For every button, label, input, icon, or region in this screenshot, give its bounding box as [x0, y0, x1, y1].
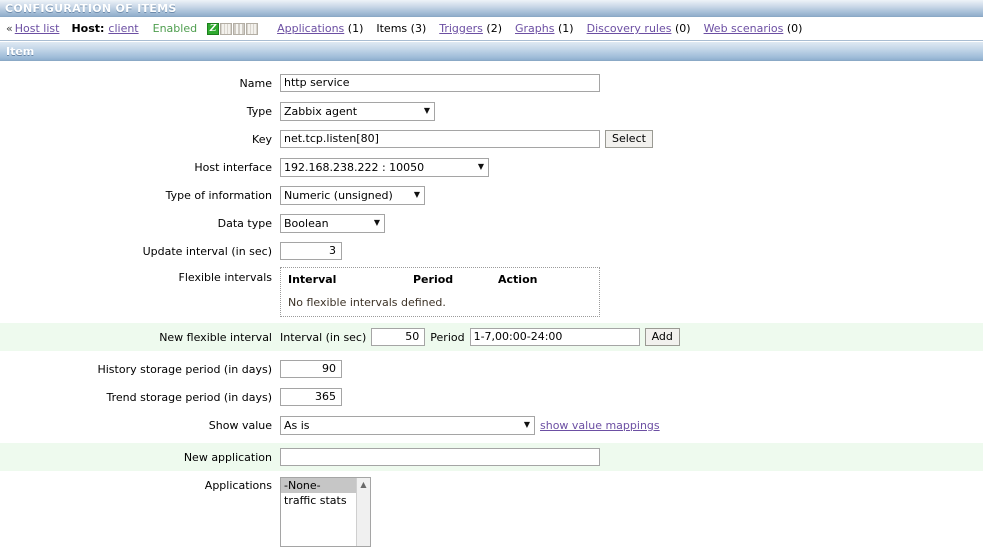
flexible-intervals-header-row: Interval Period Action: [288, 273, 592, 286]
new-flexible-interval-label: New flexible interval: [159, 330, 272, 344]
chevron-down-icon: ▼: [477, 162, 484, 171]
key-input[interactable]: [280, 130, 600, 148]
field-row-trend-storage: Trend storage period (in days): [0, 383, 983, 411]
nav-items: Items (3): [376, 22, 426, 35]
chevron-down-icon: ▼: [413, 190, 420, 199]
applications-scrollbar[interactable]: ▲: [356, 478, 370, 546]
nav-applications-link[interactable]: Applications: [277, 22, 344, 35]
field-row-applications: Applications -None- traffic stats ▲: [0, 475, 983, 549]
new-period-sublabel: Period: [430, 330, 465, 344]
key-select-button[interactable]: Select: [605, 130, 653, 148]
field-row-type: Type Zabbix agent ▼: [0, 97, 983, 125]
name-label: Name: [239, 76, 272, 90]
type-of-information-select[interactable]: Numeric (unsigned) ▼: [280, 185, 425, 205]
snmp-icon: [220, 22, 233, 35]
update-interval-label: Update interval (in sec): [142, 244, 272, 258]
new-interval-input[interactable]: [371, 328, 426, 346]
type-select-value: Zabbix agent: [284, 104, 358, 118]
trend-storage-label: Trend storage period (in days): [106, 390, 273, 404]
name-input[interactable]: [280, 74, 600, 92]
item-form: Name Type Zabbix agent ▼ Key Select Host…: [0, 61, 983, 549]
data-type-select[interactable]: Boolean ▼: [280, 213, 385, 233]
col-header-interval: Interval: [288, 273, 337, 286]
trend-storage-input[interactable]: [280, 388, 342, 406]
nav-triggers[interactable]: Triggers (2): [439, 22, 502, 35]
nav-items-label: Items: [376, 22, 408, 35]
nav-graphs[interactable]: Graphs (1): [515, 22, 574, 35]
nav-applications[interactable]: Applications (1): [277, 22, 363, 35]
flexible-intervals-label: Flexible intervals: [178, 271, 273, 284]
type-select[interactable]: Zabbix agent ▼: [280, 101, 435, 121]
host-interface-label: Host interface: [194, 160, 272, 174]
nav-web-scenarios-link[interactable]: Web scenarios: [704, 22, 784, 35]
col-header-action: Action: [498, 273, 538, 286]
history-storage-label: History storage period (in days): [97, 362, 272, 376]
chevron-up-icon[interactable]: ▲: [360, 481, 366, 489]
section-title: Item: [6, 44, 35, 58]
field-row-name: Name: [0, 69, 983, 97]
nav-discovery-rules-count: (0): [674, 22, 691, 35]
field-row-update-interval: Update interval (in sec): [0, 237, 983, 265]
show-value-mappings-link[interactable]: show value mappings: [540, 419, 660, 432]
applications-listbox[interactable]: -None- traffic stats ▲: [280, 477, 371, 547]
field-row-history-storage: History storage period (in days): [0, 355, 983, 383]
field-row-key: Key Select: [0, 125, 983, 153]
status-badge[interactable]: Enabled: [153, 22, 197, 35]
flexible-intervals-table: Interval Period Action No flexible inter…: [280, 267, 600, 317]
show-value-select-value: As is: [284, 418, 310, 432]
applications-label: Applications: [204, 479, 272, 492]
field-row-flexible-intervals: Flexible intervals Interval Period Actio…: [0, 265, 983, 319]
data-type-select-value: Boolean: [284, 216, 329, 230]
new-application-input[interactable]: [280, 448, 600, 466]
host-name-link[interactable]: client: [108, 22, 138, 35]
nav-graphs-link[interactable]: Graphs: [515, 22, 554, 35]
breadcrumb: « Host list Host: client Enabled Z Appli…: [0, 17, 983, 41]
data-type-label: Data type: [217, 216, 272, 230]
field-row-show-value: Show value As is ▼ show value mappings: [0, 411, 983, 439]
host-interface-select-value: 192.168.238.222 : 10050: [284, 160, 425, 174]
ipmi-icon: [246, 22, 259, 35]
new-interval-sublabel: Interval (in sec): [280, 330, 367, 344]
field-row-type-of-information: Type of information Numeric (unsigned) ▼: [0, 181, 983, 209]
field-row-data-type: Data type Boolean ▼: [0, 209, 983, 237]
type-label: Type: [246, 104, 272, 118]
chevron-down-icon: ▼: [373, 218, 380, 227]
host-interface-select[interactable]: 192.168.238.222 : 10050 ▼: [280, 157, 489, 177]
nav-discovery-rules-link[interactable]: Discovery rules: [587, 22, 672, 35]
nav-graphs-count: (1): [558, 22, 574, 35]
show-value-label: Show value: [208, 418, 272, 432]
page-title: CONFIGURATION OF ITEMS: [5, 1, 177, 15]
back-chevron-icon[interactable]: «: [6, 22, 13, 35]
nav-web-scenarios-count: (0): [786, 22, 803, 35]
item-section-header: Item: [0, 41, 983, 61]
key-label: Key: [252, 132, 272, 146]
nav-triggers-count: (2): [486, 22, 503, 35]
field-row-new-application: New application: [0, 443, 983, 471]
nav-discovery-rules[interactable]: Discovery rules (0): [587, 22, 691, 35]
chevron-down-icon: ▼: [423, 106, 430, 115]
host-list-link[interactable]: Host list: [15, 22, 60, 35]
col-header-period: Period: [413, 273, 454, 286]
host-label: Host:: [71, 22, 105, 35]
add-flexible-interval-button[interactable]: Add: [644, 328, 680, 346]
show-value-select[interactable]: As is ▼: [280, 415, 535, 435]
history-storage-input[interactable]: [280, 360, 342, 378]
chevron-down-icon: ▼: [523, 420, 530, 429]
update-interval-input[interactable]: [280, 242, 342, 260]
type-of-information-label: Type of information: [165, 188, 272, 202]
field-row-new-flexible-interval: New flexible interval Interval (in sec) …: [0, 323, 983, 351]
nav-web-scenarios[interactable]: Web scenarios (0): [704, 22, 803, 35]
field-row-host-interface: Host interface 192.168.238.222 : 10050 ▼: [0, 153, 983, 181]
host-availability-icons: Z: [207, 22, 259, 35]
page-title-bar: CONFIGURATION OF ITEMS: [0, 0, 983, 17]
new-period-input[interactable]: [469, 328, 640, 346]
zabbix-agent-icon: Z: [207, 22, 220, 35]
flexible-intervals-empty-message: No flexible intervals defined.: [288, 296, 446, 309]
type-of-information-select-value: Numeric (unsigned): [284, 188, 393, 202]
new-application-label: New application: [183, 450, 272, 464]
nav-items-count: (3): [410, 22, 427, 35]
nav-applications-count: (1): [347, 22, 364, 35]
nav-triggers-link[interactable]: Triggers: [439, 22, 483, 35]
jmx-icon: [233, 22, 246, 35]
